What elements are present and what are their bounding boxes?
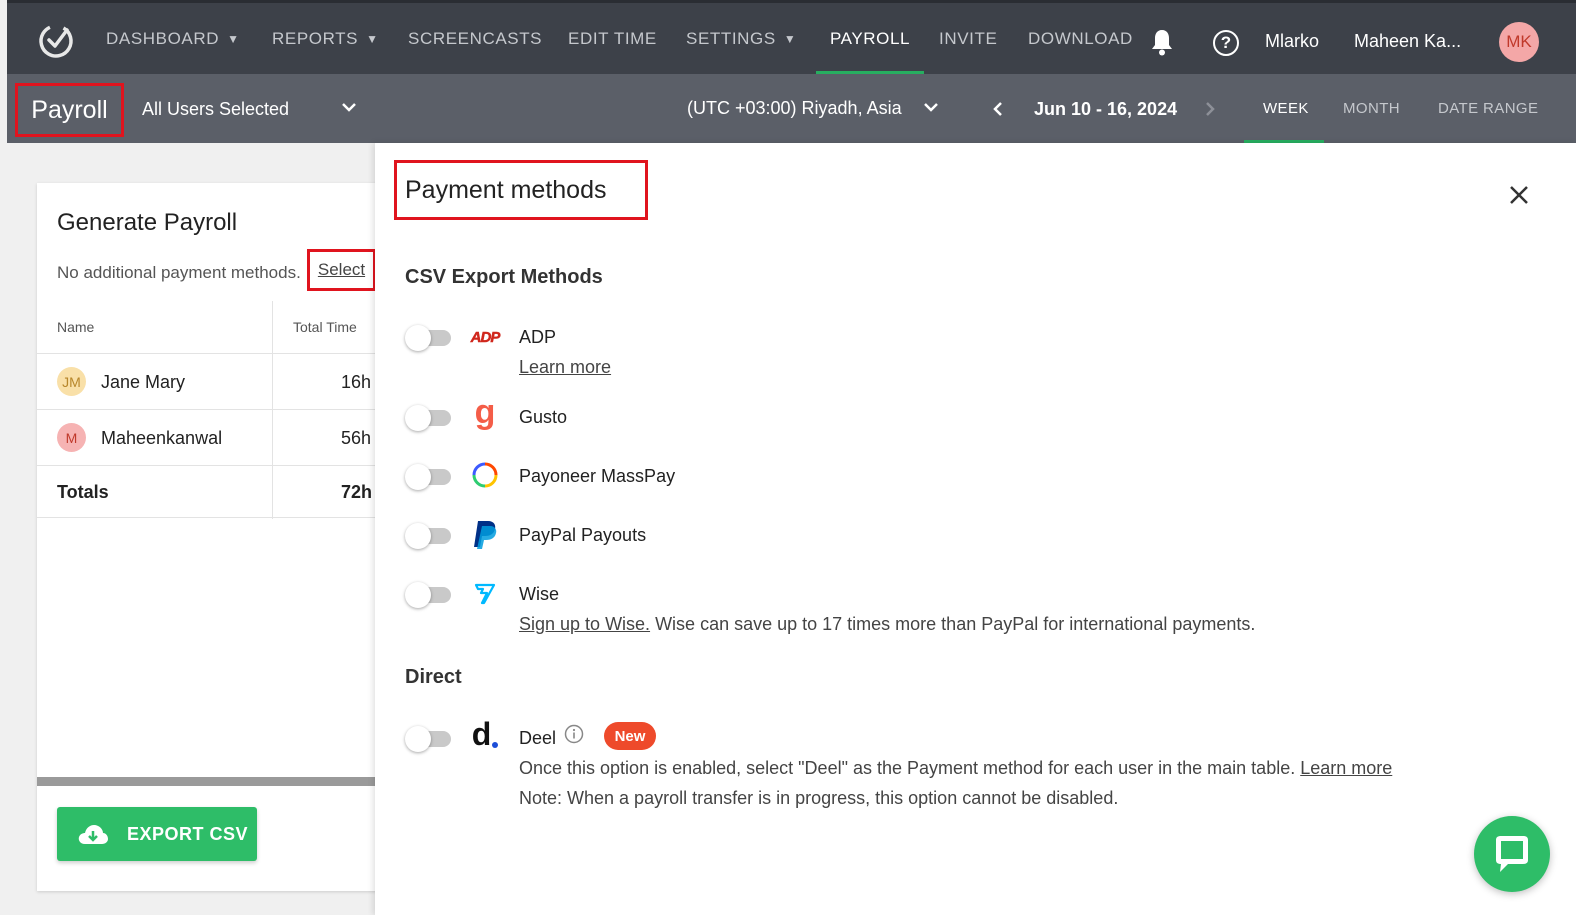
help-icon[interactable]: ?	[1213, 30, 1239, 56]
chevron-down-icon: ▼	[366, 31, 379, 46]
bell-icon[interactable]	[1150, 28, 1174, 56]
total-time-cell: 56h	[341, 428, 372, 448]
page-title: Payroll	[15, 83, 124, 137]
wise-signup-link[interactable]: Sign up to Wise.	[519, 614, 650, 634]
paypal-toggle[interactable]	[405, 521, 451, 549]
organization-name[interactable]: Mlarko	[1265, 31, 1319, 52]
tab-week[interactable]: WEEK	[1263, 100, 1309, 117]
user-name-cell: Maheenkanwal	[101, 428, 223, 448]
chevron-left-icon[interactable]	[990, 100, 1006, 118]
nav-download[interactable]: DOWNLOAD	[1028, 3, 1133, 74]
payroll-toolbar: Payroll All Users Selected (UTC +03:00) …	[7, 74, 1576, 143]
gusto-logo-icon: g	[474, 393, 496, 431]
generate-payroll-card: Generate Payroll No additional payment m…	[37, 183, 382, 891]
adp-learn-more-link[interactable]: Learn more	[519, 357, 611, 378]
wise-description: Sign up to Wise. Wise can save up to 17 …	[519, 614, 1255, 635]
tab-month[interactable]: MONTH	[1343, 100, 1400, 117]
nav-reports[interactable]: REPORTS ▼	[272, 3, 379, 74]
adp-toggle[interactable]	[405, 323, 451, 351]
wise-description-text: Wise can save up to 17 times more than P…	[650, 614, 1256, 634]
deel-logo-icon: d	[469, 718, 501, 753]
paypal-logo-icon	[469, 518, 501, 550]
section-heading-direct: Direct	[405, 666, 462, 688]
totals-label: Totals	[57, 482, 109, 502]
divider	[37, 465, 382, 466]
user-avatar[interactable]: MK	[1499, 22, 1539, 62]
payoneer-label: Payoneer MassPay	[519, 466, 676, 486]
adp-logo-icon: ADP	[470, 328, 500, 346]
paypal-label: PayPal Payouts	[519, 525, 647, 545]
payment-methods-note: No additional payment methods.	[57, 263, 301, 282]
payoneer-toggle[interactable]	[405, 462, 451, 490]
users-filter-dropdown[interactable]: All Users Selected	[142, 99, 289, 120]
top-nav: DASHBOARD ▼ REPORTS ▼ SCREENCASTS EDIT TIM…	[7, 0, 1576, 74]
divider	[272, 301, 273, 519]
export-csv-label: EXPORT CSV	[127, 823, 249, 844]
section-heading-csv: CSV Export Methods	[405, 266, 603, 288]
divider	[37, 353, 382, 354]
tab-date-range[interactable]: DATE RANGE	[1438, 100, 1538, 117]
timezone-dropdown[interactable]: (UTC +03:00) Riyadh, Asia	[687, 98, 902, 119]
divider	[37, 409, 382, 410]
wise-toggle[interactable]	[405, 580, 451, 608]
chat-widget-button[interactable]	[1474, 816, 1550, 892]
chevron-right-icon[interactable]	[1202, 100, 1218, 118]
new-badge: New	[604, 722, 656, 750]
user-name[interactable]: Maheen Ka...	[1354, 31, 1461, 52]
chevron-down-icon[interactable]	[340, 98, 358, 116]
date-range-label: Jun 10 - 16, 2024	[1034, 99, 1178, 119]
chevron-down-icon[interactable]	[922, 98, 940, 116]
export-csv-button[interactable]: EXPORT CSV	[57, 807, 257, 861]
deel-toggle[interactable]	[405, 724, 451, 752]
horizontal-scrollbar[interactable]	[37, 777, 382, 786]
info-icon[interactable]	[564, 724, 584, 744]
payment-methods-panel: Payment methods CSV Export Methods ADP A…	[375, 143, 1576, 915]
panel-title: Payment methods	[394, 160, 648, 220]
column-header-total-time[interactable]: Total Time	[293, 319, 357, 335]
column-header-name[interactable]: Name	[57, 319, 94, 335]
adp-label: ADP	[519, 327, 557, 347]
total-time-cell: 16h	[341, 372, 372, 392]
close-icon[interactable]	[1508, 184, 1530, 206]
payoneer-logo-icon	[469, 459, 501, 491]
gusto-toggle[interactable]	[405, 403, 451, 431]
nav-invite[interactable]: INVITE	[939, 3, 997, 74]
chevron-down-icon: ▼	[227, 31, 240, 46]
nav-dashboard[interactable]: DASHBOARD ▼	[106, 3, 240, 74]
deel-learn-more-link[interactable]: Learn more	[1300, 758, 1392, 778]
cloud-download-icon	[78, 825, 108, 844]
wise-logo-icon	[469, 577, 501, 609]
deel-label: Deel	[519, 728, 557, 748]
totals-value: 72h	[341, 482, 373, 502]
chevron-down-icon: ▼	[783, 31, 797, 46]
chat-icon	[1496, 836, 1528, 872]
avatar: M	[57, 423, 86, 452]
avatar: JM	[57, 367, 86, 396]
deel-description: Once this option is enabled, select "Dee…	[519, 758, 1392, 779]
divider	[37, 517, 382, 518]
user-name-cell: Jane Mary	[101, 372, 186, 392]
card-title: Generate Payroll	[57, 209, 238, 236]
nav-screencasts[interactable]: SCREENCASTS	[408, 3, 542, 74]
nav-payroll[interactable]: PAYROLL	[830, 3, 910, 74]
app-logo-icon[interactable]	[37, 21, 75, 59]
gusto-label: Gusto	[519, 407, 568, 427]
deel-note: Note: When a payroll transfer is in prog…	[519, 788, 1119, 808]
nav-edit-time[interactable]: EDIT TIME	[568, 3, 657, 74]
select-payment-methods-link[interactable]: Select	[307, 249, 376, 291]
deel-description-text: Once this option is enabled, select "Dee…	[519, 758, 1301, 778]
wise-label: Wise	[519, 584, 559, 604]
nav-settings[interactable]: SETTINGS ▼	[686, 3, 796, 74]
